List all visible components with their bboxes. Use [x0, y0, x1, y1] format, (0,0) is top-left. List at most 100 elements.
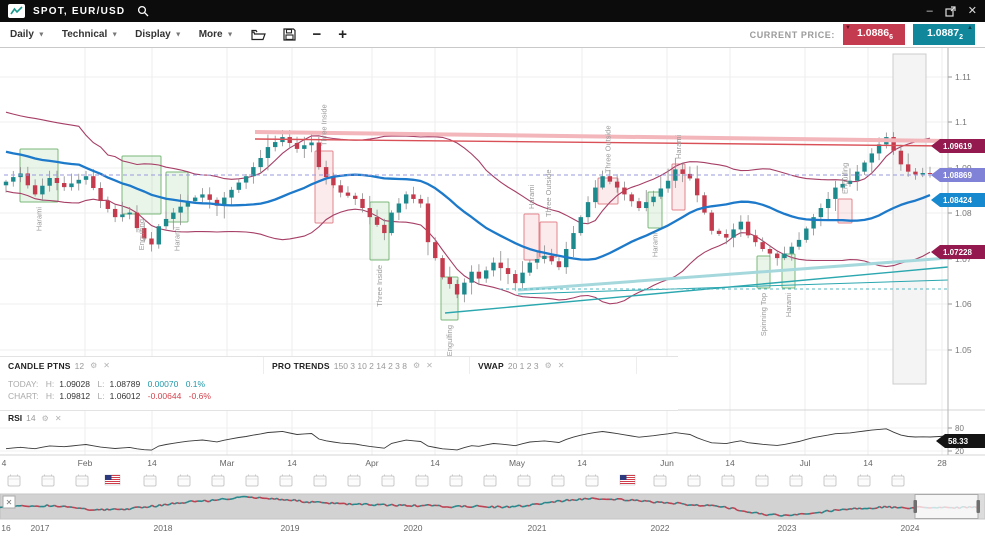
y-axis-tick-label: 1.06 — [955, 299, 972, 309]
pattern-label: Harami — [35, 207, 44, 232]
zoom-out-button[interactable]: − — [313, 30, 322, 40]
navigator-year-label: 2024 — [901, 523, 920, 533]
navigator-year-label: 2017 — [31, 523, 50, 533]
gear-icon[interactable]: ⚙ — [42, 414, 49, 423]
x-axis-tick-label: Apr — [365, 458, 378, 468]
economic-event-icon[interactable] — [450, 475, 462, 487]
us-flag-icon[interactable] — [620, 475, 635, 485]
chevron-down-icon: ▼ — [227, 32, 234, 39]
menu-timeframe[interactable]: Daily▼ — [10, 29, 45, 40]
pattern-label: Spinning Top — [759, 293, 768, 336]
close-button[interactable]: ✕ — [968, 6, 977, 16]
economic-event-icon[interactable] — [280, 475, 292, 487]
save-icon[interactable] — [283, 28, 296, 41]
toolbar: Daily▼ Technical▼ Display▼ More▼ − + CUR… — [0, 22, 985, 48]
economic-event-icon[interactable] — [212, 475, 224, 487]
economic-event-icon[interactable] — [654, 475, 666, 487]
open-folder-icon[interactable] — [251, 29, 266, 41]
economic-event-icon[interactable] — [8, 475, 20, 487]
pattern-label: Harami — [173, 227, 182, 252]
economic-event-icon[interactable] — [42, 475, 54, 487]
economic-event-icon[interactable] — [484, 475, 496, 487]
economic-event-icon[interactable] — [688, 475, 700, 487]
economic-event-icon[interactable] — [246, 475, 258, 487]
navigator-selection[interactable] — [915, 495, 978, 519]
navigator-handle[interactable] — [977, 500, 981, 513]
y-axis-tick-label: 1.1 — [955, 117, 967, 127]
gear-icon[interactable]: ⚙ — [413, 361, 420, 370]
economic-event-icon[interactable] — [722, 475, 734, 487]
navigator-year-label: 2019 — [281, 523, 300, 533]
search-icon[interactable] — [137, 5, 149, 17]
economic-event-icon[interactable] — [518, 475, 530, 487]
zoom-in-button[interactable]: + — [338, 30, 347, 40]
economic-event-icon[interactable] — [314, 475, 326, 487]
legend-candle-patterns[interactable]: CANDLE PTNS 12 ⚙ ✕ — [0, 357, 264, 374]
price-badge-text: 1.08869 — [943, 171, 972, 180]
svg-text:✕: ✕ — [6, 498, 13, 507]
x-axis-tick-label: 28 — [937, 458, 947, 468]
menu-more[interactable]: More▼ — [199, 29, 234, 40]
economic-event-icon[interactable] — [382, 475, 394, 487]
close-icon[interactable]: ✕ — [103, 361, 110, 370]
economic-event-icon[interactable] — [892, 475, 904, 487]
economic-event-icon[interactable] — [552, 475, 564, 487]
pattern-label: Three Inside — [320, 104, 329, 146]
bid-price-badge: ▼1.08866 — [843, 24, 905, 44]
economic-event-icon[interactable] — [416, 475, 428, 487]
close-icon[interactable]: ✕ — [426, 361, 433, 370]
rsi-line — [6, 429, 948, 450]
rsi-tick-label: 80 — [955, 424, 964, 433]
us-flag-icon[interactable] — [105, 475, 120, 485]
economic-event-icon[interactable] — [348, 475, 360, 487]
economic-event-icon[interactable] — [144, 475, 156, 487]
navigator-year-label: 2022 — [651, 523, 670, 533]
gear-icon[interactable]: ⚙ — [545, 361, 552, 370]
rsi-tick-label: 20 — [955, 447, 964, 456]
menu-technical[interactable]: Technical▼ — [62, 29, 118, 40]
economic-event-icon[interactable] — [824, 475, 836, 487]
economic-event-icon[interactable] — [858, 475, 870, 487]
app-logo-icon — [8, 4, 25, 18]
pattern-label: Engulfing — [137, 219, 146, 250]
legend-pro-trends[interactable]: PRO TRENDS 150 3 10 2 14 2 3 8 ⚙ ✕ — [264, 357, 470, 374]
x-axis-tick-label: 4 — [2, 458, 7, 468]
price-badge-text: 1.07228 — [943, 248, 972, 257]
chevron-down-icon: ▼ — [111, 32, 118, 39]
economic-event-icon[interactable] — [586, 475, 598, 487]
pattern-label: Engulfing — [445, 325, 454, 356]
navigator-close-button[interactable]: ✕ — [3, 496, 15, 508]
economic-event-icon[interactable] — [756, 475, 768, 487]
popout-button[interactable] — [945, 6, 956, 17]
minimize-button[interactable]: – — [927, 6, 933, 16]
gear-icon[interactable]: ⚙ — [90, 361, 97, 370]
menu-display[interactable]: Display▼ — [135, 29, 182, 40]
navigator-handle[interactable] — [914, 500, 918, 513]
pattern-label: Harami — [674, 134, 683, 159]
chart-canvas[interactable]: Harami Engulfing Harami Three Inside Three I… — [0, 0, 985, 539]
pattern-label: Engulfing — [841, 163, 850, 194]
x-axis-tick-label: Jun — [660, 458, 674, 468]
navigator-year-label: 2018 — [154, 523, 173, 533]
close-icon[interactable]: ✕ — [55, 414, 62, 423]
economic-event-icon[interactable] — [76, 475, 88, 487]
x-axis-tick-label: Feb — [78, 458, 93, 468]
economic-event-icon[interactable] — [790, 475, 802, 487]
x-axis-tick-label: Mar — [220, 458, 235, 468]
instrument-title: SPOT, EUR/USD — [33, 6, 125, 17]
pattern-box-harami[interactable] — [166, 172, 188, 222]
price-badge-text: 58.33 — [948, 437, 969, 446]
pattern-label: Three Inside — [375, 265, 384, 307]
rsi-indicator-label[interactable]: RSI 14 ⚙ ✕ — [8, 413, 62, 423]
x-axis-tick-label: 14 — [147, 458, 157, 468]
stats-today-row: TODAY: H:1.09028 L:1.08789 0.00070 0.1% — [8, 378, 670, 390]
close-icon[interactable]: ✕ — [558, 361, 565, 370]
y-axis-tick-label: 1.08 — [955, 208, 972, 218]
x-axis-tick-label: 14 — [725, 458, 735, 468]
x-axis-tick-label: 14 — [430, 458, 440, 468]
y-axis-tick-label: 1.05 — [955, 345, 972, 355]
economic-event-icon[interactable] — [178, 475, 190, 487]
stats-chart-row: CHART: H:1.09812 L:1.06012 -0.00644 -0.6… — [8, 390, 670, 402]
price-badge-text: 1.09619 — [943, 142, 972, 151]
legend-vwap[interactable]: VWAP 20 1 2 3 ⚙ ✕ — [470, 357, 637, 374]
